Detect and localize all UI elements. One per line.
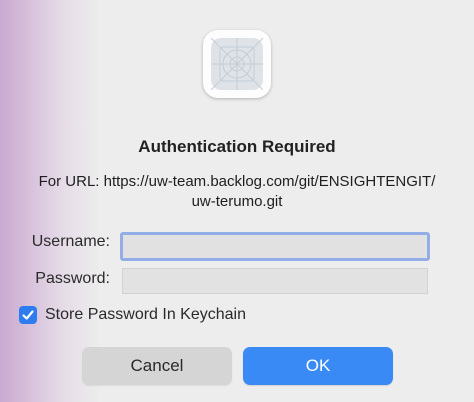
username-label: Username: [31, 233, 110, 250]
url-text: For URL: https://uw-team.backlog.com/git… [20, 172, 454, 212]
authentication-dialog: Authentication Required For URL: https:/… [0, 0, 474, 402]
username-field[interactable] [120, 232, 430, 261]
password-field[interactable] [122, 268, 428, 294]
app-placeholder-icon [203, 30, 271, 98]
checkmark-icon [22, 310, 34, 320]
url-line-1: For URL: https://uw-team.backlog.com/git… [38, 173, 436, 190]
store-password-checkbox[interactable] [19, 306, 37, 324]
dialog-title: Authentication Required [138, 137, 336, 156]
store-password-label[interactable]: Store Password In Keychain [45, 306, 246, 324]
ok-button[interactable]: OK [243, 347, 393, 385]
url-line-2: uw-terumo.git [191, 193, 283, 210]
cancel-button[interactable]: Cancel [82, 347, 232, 385]
password-label: Password: [35, 270, 110, 287]
